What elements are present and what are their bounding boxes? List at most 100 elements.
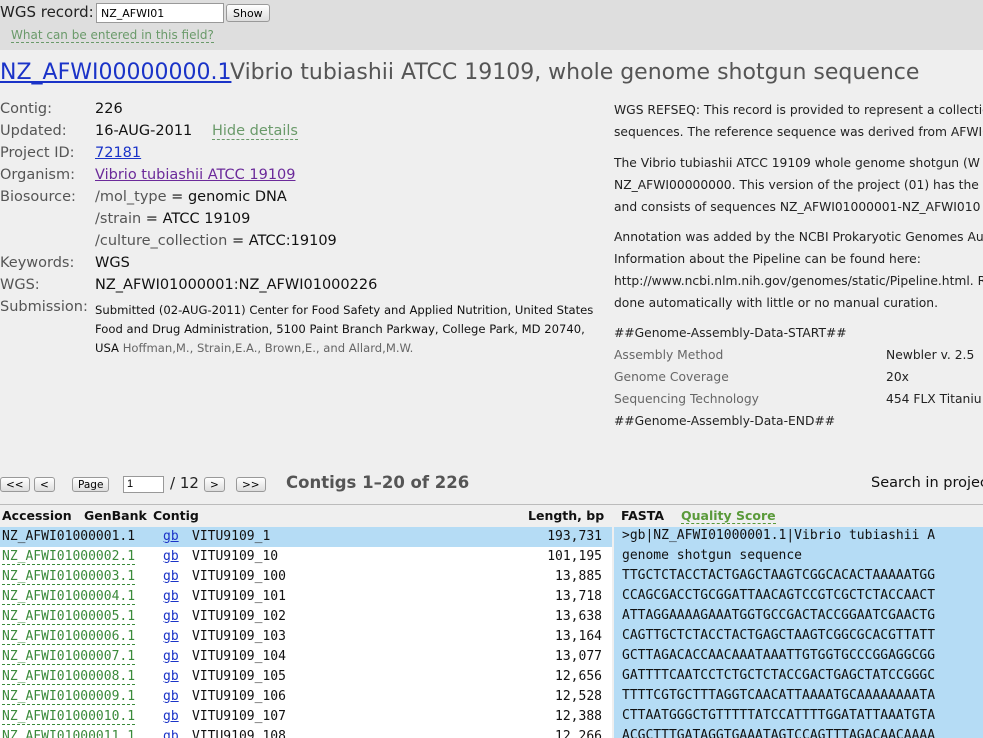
length-cell: 13,885 (555, 569, 602, 584)
project-id-label: Project ID: (0, 145, 75, 161)
length-cell: 12,528 (555, 689, 602, 704)
accession-cell[interactable]: NZ_AFWI01000011.1 (2, 729, 135, 738)
contig-cell: VITU9109_104 (192, 649, 286, 664)
table-row[interactable]: NZ_AFWI01000004.1 gb VITU9109_101 13,718 (0, 587, 612, 607)
accession-cell[interactable]: NZ_AFWI01000003.1 (2, 569, 136, 585)
accession-cell[interactable]: NZ_AFWI01000001.1 (2, 529, 135, 544)
first-page-button[interactable]: << (0, 477, 30, 492)
assembly-value: 20x (886, 370, 909, 384)
fasta-line: genome shotgun sequence (622, 548, 803, 563)
contig-cell: VITU9109_103 (192, 629, 286, 644)
show-button[interactable]: Show (226, 4, 270, 22)
comment-line: The Vibrio tubiashii ATCC 19109 whole ge… (614, 156, 980, 170)
table-row[interactable]: NZ_AFWI01000009.1 gb VITU9109_106 12,528 (0, 687, 612, 707)
page-number-input[interactable] (123, 476, 164, 493)
accession-header: Accession (2, 508, 72, 523)
comment-line: http://www.ncbi.nlm.nih.gov/genomes/stat… (614, 274, 983, 288)
table-row[interactable]: NZ_AFWI01000003.1 gb VITU9109_100 13,885 (0, 567, 612, 587)
table-row[interactable]: NZ_AFWI01000005.1 gb VITU9109_102 13,638 (0, 607, 612, 627)
record-accession-link[interactable]: NZ_AFWI00000000.1 (0, 60, 231, 85)
genbank-link[interactable]: gb (163, 627, 179, 647)
table-row[interactable]: NZ_AFWI01000001.1 gb VITU9109_1 193,731 (0, 527, 612, 547)
assembly-key: Sequencing Technology (614, 392, 759, 406)
biosource-item: /mol_type = genomic DNA (95, 189, 287, 205)
fasta-line: CAGTTGCTCTACCTACTGAGCTAAGTCGGCGCACGTTATT (622, 628, 936, 643)
genbank-link[interactable]: gb (163, 647, 179, 667)
fasta-line: ACGCTTTGATAGGTGAAATAGTCCAGTTTAGACAACAAAA (622, 728, 936, 738)
contig-cell: VITU9109_102 (192, 609, 286, 624)
genbank-header: GenBank (84, 508, 147, 523)
accession-cell[interactable]: NZ_AFWI01000004.1 (2, 589, 136, 605)
genbank-link[interactable]: gb (163, 587, 179, 607)
biosource-value: ATCC:19109 (248, 233, 337, 249)
contig-cell: VITU9109_1 (192, 529, 271, 544)
comment-line: done automatically with little or no man… (614, 296, 938, 310)
table-row[interactable]: NZ_AFWI01000006.1 gb VITU9109_103 13,164 (0, 627, 612, 647)
page-total: / 12 (170, 474, 199, 492)
genbank-link[interactable]: gb (163, 527, 179, 547)
genbank-link[interactable]: gb (163, 667, 179, 687)
table-row[interactable]: NZ_AFWI01000002.1 gb VITU9109_10 101,195 (0, 547, 612, 567)
organism-label: Organism: (0, 167, 75, 183)
field-help-link[interactable]: What can be entered in this field? (11, 28, 214, 43)
organism-link[interactable]: Vibrio tubiashii ATCC 19109 (95, 167, 296, 183)
contig-cell: VITU9109_108 (192, 729, 286, 738)
last-page-button[interactable]: >> (236, 477, 266, 492)
contig-value: 226 (95, 101, 123, 117)
accession-cell[interactable]: NZ_AFWI01000008.1 (2, 669, 136, 685)
comment-line: WGS REFSEQ: This record is provided to r… (614, 103, 983, 117)
submission-text: Submitted (02-AUG-2011) Center for Food … (95, 301, 595, 358)
contig-cell: VITU9109_100 (192, 569, 286, 584)
accession-cell[interactable]: NZ_AFWI01000009.1 (2, 689, 136, 705)
contigs-count: Contigs 1–20 of 226 (286, 473, 470, 492)
length-cell: 193,731 (547, 529, 602, 544)
page-button[interactable]: Page (72, 477, 110, 492)
length-cell: 12,656 (555, 669, 602, 684)
quality-score-link[interactable]: Quality Score (681, 508, 776, 524)
prev-page-button[interactable]: < (34, 477, 55, 492)
genbank-link[interactable]: gb (163, 607, 179, 627)
fasta-line: ATTAGGAAAAGAAATGGTGCCGACTACCGGAATCGAACTG (622, 608, 936, 623)
fasta-line: GATTTTCAATCCTCTGCTCTACCGACTGAGCTATCCGGGC (622, 668, 936, 683)
table-divider (0, 504, 983, 505)
next-page-button[interactable]: > (204, 477, 225, 492)
contig-cell: VITU9109_10 (192, 549, 279, 564)
biosource-value: ATCC 19109 (162, 211, 251, 227)
assembly-key: Genome Coverage (614, 370, 729, 384)
table-row[interactable]: NZ_AFWI01000011.1 gb VITU9109_108 12,266 (0, 727, 612, 738)
genbank-link[interactable]: gb (163, 547, 179, 567)
fasta-header-line: >gb|NZ_AFWI01000001.1|Vibrio tubiashii A (622, 528, 936, 543)
accession-cell[interactable]: NZ_AFWI01000007.1 (2, 649, 136, 665)
contig-cell: VITU9109_106 (192, 689, 286, 704)
submission-authors: Hoffman,M., Strain,E.A., Brown,E., and A… (122, 341, 414, 355)
assembly-key: Assembly Method (614, 348, 724, 362)
table-row[interactable]: NZ_AFWI01000010.1 gb VITU9109_107 12,388 (0, 707, 612, 727)
project-id-link[interactable]: 72181 (95, 145, 141, 161)
accession-cell[interactable]: NZ_AFWI01000005.1 (2, 609, 136, 625)
length-cell: 13,164 (555, 629, 602, 644)
accession-cell[interactable]: NZ_AFWI01000010.1 (2, 709, 136, 725)
contig-table: NZ_AFWI01000001.1 gb VITU9109_1 193,731 NZ_… (0, 527, 612, 738)
assembly-start-marker: ##Genome-Assembly-Data-START## (614, 326, 847, 340)
hide-details-link[interactable]: Hide details (212, 123, 298, 140)
record-title: Vibrio tubiashii ATCC 19109, whole genom… (230, 60, 920, 85)
table-row[interactable]: NZ_AFWI01000007.1 gb VITU9109_104 13,077 (0, 647, 612, 667)
wgs-value: NZ_AFWI01000001:NZ_AFWI01000226 (95, 277, 378, 293)
table-row[interactable]: NZ_AFWI01000008.1 gb VITU9109_105 12,656 (0, 667, 612, 687)
comment-line: sequences. The reference sequence was de… (614, 125, 983, 139)
biosource-item: /culture_collection = ATCC:19109 (95, 233, 337, 249)
comment-line: and consists of sequences NZ_AFWI0100000… (614, 200, 981, 214)
genbank-link[interactable]: gb (163, 727, 179, 738)
accession-cell[interactable]: NZ_AFWI01000006.1 (2, 629, 136, 645)
genbank-link[interactable]: gb (163, 707, 179, 727)
fasta-header: FASTA (621, 508, 665, 523)
genbank-link[interactable]: gb (163, 687, 179, 707)
fasta-pane: >gb|NZ_AFWI01000001.1|Vibrio tubiashii A… (614, 527, 983, 738)
accession-cell[interactable]: NZ_AFWI01000002.1 (2, 549, 136, 565)
fasta-line: TTGCTCTACCTACTGAGCTAAGTCGGCACACTAAAAATGG (622, 568, 936, 583)
genbank-link[interactable]: gb (163, 567, 179, 587)
wgs-record-input[interactable] (96, 3, 224, 23)
assembly-value: Newbler v. 2.5 (886, 348, 975, 362)
length-cell: 101,195 (547, 549, 602, 564)
fasta-line: TTTTCGTGCTTTAGGTCAACATTAAAATGCAAAAAAAATA (622, 688, 936, 703)
